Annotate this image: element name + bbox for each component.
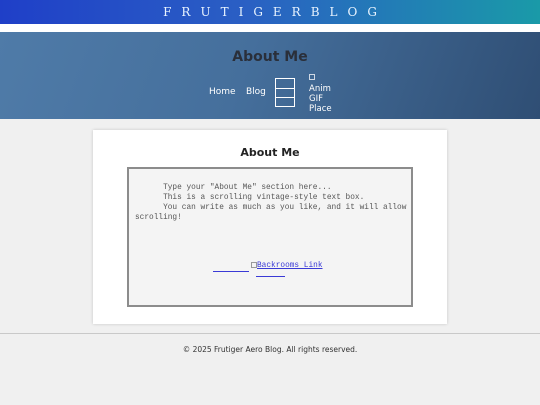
nav-home-link[interactable]: Home: [209, 87, 236, 97]
about-card: About Me Type your "About Me" section he…: [93, 130, 447, 324]
page-header: About Me Home Blog Anim GIF Place: [0, 32, 540, 119]
footer-text: © 2025 Frutiger Aero Blog. All rights re…: [182, 345, 358, 354]
blog-title: FRUTIGERBLOG: [163, 5, 387, 19]
header-title: About Me: [232, 49, 308, 65]
footer-divider: [0, 333, 540, 334]
link-underline-bottom: [256, 276, 285, 277]
about-textbox[interactable]: Type your "About Me" section here... Thi…: [127, 167, 413, 307]
hamburger-menu-icon[interactable]: [275, 78, 295, 107]
about-text: Type your "About Me" section here... Thi…: [135, 184, 407, 222]
about-heading: About Me: [240, 146, 300, 159]
link-underline-left: [213, 271, 249, 272]
backrooms-link[interactable]: Backrooms Link: [251, 262, 323, 270]
banner-gap: [0, 24, 540, 32]
top-banner: FRUTIGERBLOG: [0, 0, 540, 24]
nav-blog-link[interactable]: Blog: [246, 87, 266, 97]
broken-image-icon: [309, 74, 315, 80]
animated-gif-placeholder: Anim GIF Place: [309, 74, 339, 114]
backrooms-link-alt: Backrooms Link: [257, 262, 323, 271]
gif-alt-text: Anim GIF Place: [309, 84, 332, 114]
